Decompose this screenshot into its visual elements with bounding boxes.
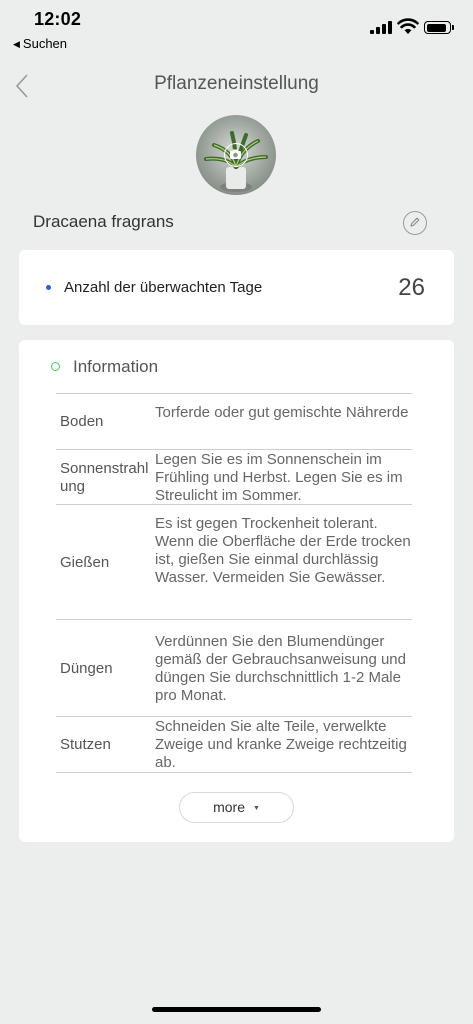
- bullet-dot-icon: [46, 285, 51, 290]
- wifi-icon: [397, 18, 419, 34]
- monitored-days-label: Anzahl der überwachten Tage: [64, 279, 263, 296]
- battery-icon: [424, 21, 454, 34]
- more-button[interactable]: more ▼: [179, 792, 294, 823]
- status-time: 12:02: [34, 9, 82, 29]
- camera-icon[interactable]: [224, 143, 248, 167]
- table-divider: [56, 772, 412, 773]
- cellular-signal-icon: [370, 20, 392, 34]
- page-title: Pflanzeneinstellung: [154, 73, 319, 94]
- table-row: Stutzen Schneiden Sie alte Teile, verwel…: [56, 716, 412, 773]
- care-value: Verdünnen Sie den Blumendünger gemäß der…: [155, 633, 406, 704]
- care-value: Es ist gegen Trockenheit tolerant. Wenn …: [155, 515, 411, 586]
- table-row: Düngen Verdünnen Sie den Blumendünger ge…: [56, 619, 412, 716]
- table-row: Gießen Es ist gegen Trockenheit tolerant…: [56, 504, 412, 619]
- care-value: Torferde oder gut gemischte Nährerde: [155, 404, 409, 421]
- monitored-days-value: 26: [398, 274, 425, 301]
- information-title: Information: [73, 357, 159, 376]
- care-key: Düngen: [60, 660, 113, 677]
- table-row: Sonnenstrahlung Legen Sie es im Sonnensc…: [56, 449, 412, 504]
- back-app-label: Suchen: [22, 36, 68, 51]
- home-indicator[interactable]: [152, 1007, 321, 1012]
- caret-down-icon: ▼: [252, 805, 260, 812]
- pencil-icon: [410, 217, 420, 227]
- plant-name: Dracaena fragrans: [33, 212, 174, 231]
- edit-name-button[interactable]: [403, 211, 427, 235]
- monitored-days-card: Anzahl der überwachten Tage 26: [19, 250, 454, 325]
- care-value: Legen Sie es im Sonnenschein im Frühling…: [155, 451, 403, 504]
- status-bar: 12:02 ◀ Suchen: [0, 0, 473, 56]
- care-key: Sonnenstrahlung: [60, 460, 149, 495]
- info-ring-icon: [51, 362, 60, 371]
- care-key: Stutzen: [60, 736, 111, 753]
- back-triangle-icon: ◀: [13, 39, 20, 49]
- care-key: Gießen: [60, 554, 110, 571]
- table-row: Boden Torferde oder gut gemischte Nährer…: [56, 393, 412, 449]
- more-label: more: [213, 799, 245, 815]
- back-to-app-link[interactable]: ◀ Suchen: [13, 36, 67, 51]
- information-card: Information Boden Torferde oder gut gemi…: [19, 340, 454, 842]
- care-key: Boden: [60, 413, 104, 430]
- care-value: Schneiden Sie alte Teile, verwelkte Zwei…: [155, 718, 407, 771]
